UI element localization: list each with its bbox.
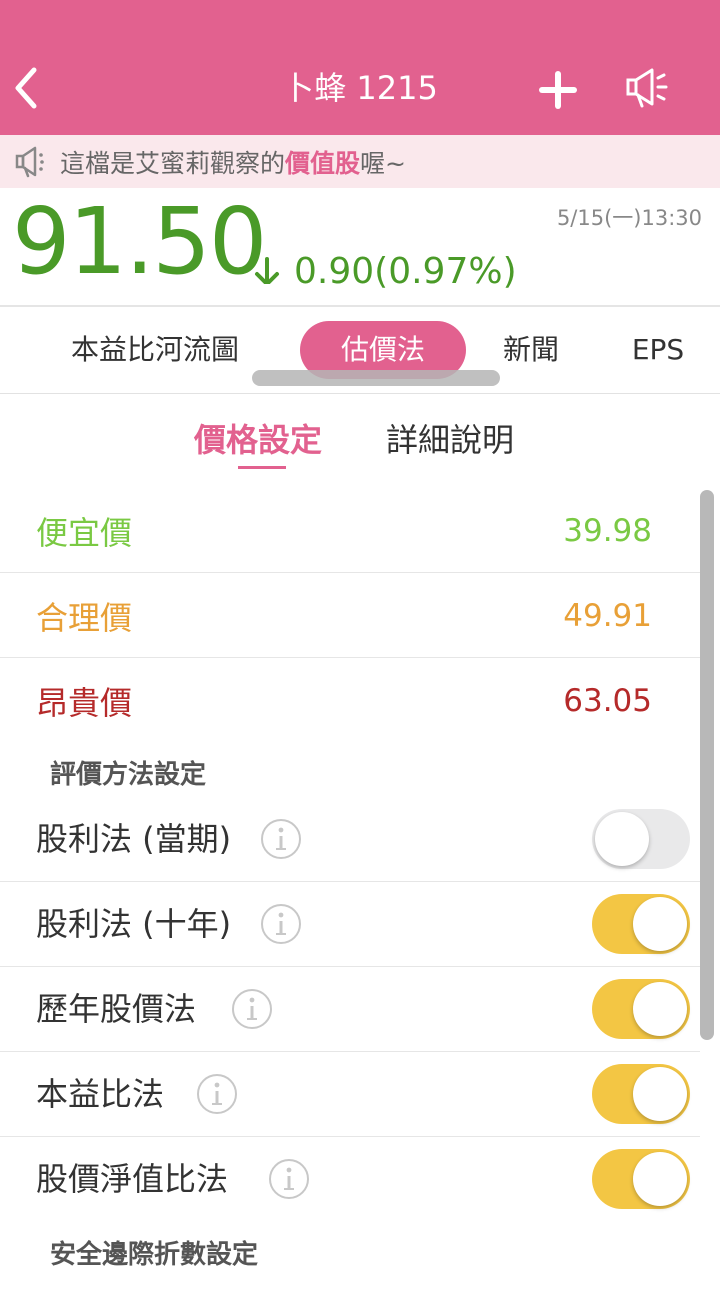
tab-eps[interactable]: EPS: [610, 321, 706, 379]
fair-price-label: 合理價: [36, 598, 133, 637]
method-label: 本益比法: [36, 1075, 165, 1113]
quote-panel: 91.50 0.90(0.97%) 5/15(一)13:30: [0, 188, 720, 306]
cheap-price-value: 39.98: [563, 512, 652, 549]
active-tab-indicator: [238, 466, 286, 469]
toggle-knob: [633, 982, 687, 1036]
info-icon[interactable]: [268, 1158, 310, 1200]
method-label: 股利法 (十年): [36, 905, 232, 943]
add-button[interactable]: [536, 68, 580, 112]
current-price: 91.50: [12, 188, 267, 295]
price-row-cheap: 便宜價 39.98: [0, 488, 700, 573]
subtab-details[interactable]: 詳細說明: [386, 410, 514, 470]
info-icon[interactable]: [231, 988, 273, 1030]
toggle-knob: [633, 1067, 687, 1121]
vertical-scrollbar[interactable]: [700, 490, 714, 1040]
change-value: 0.90: [294, 251, 375, 292]
expensive-price-label: 昂貴價: [36, 683, 133, 722]
divider: [0, 393, 720, 394]
app-header: 卜蜂 1215: [0, 0, 720, 135]
change-percent: (0.97%): [374, 251, 517, 292]
notice-suffix: 喔~: [360, 148, 406, 178]
arrow-down-icon: [255, 257, 279, 284]
price-row-expensive: 昂貴價 63.05: [0, 658, 700, 743]
tab-scrollbar[interactable]: [252, 370, 500, 386]
cheap-price-label: 便宜價: [36, 513, 133, 552]
notice-highlight: 價值股: [285, 148, 361, 178]
method-row-pb: 股價淨值比法: [0, 1137, 700, 1222]
method-toggle[interactable]: [592, 894, 690, 954]
megaphone-icon: [15, 146, 44, 177]
quote-time: 5/15(一)13:30: [556, 206, 702, 230]
notice-bar: 這檔是艾蜜莉觀察的價值股喔~: [0, 135, 720, 188]
tab-news[interactable]: 新聞: [494, 321, 568, 379]
method-row-pe: 本益比法: [0, 1052, 700, 1137]
method-toggle[interactable]: [592, 979, 690, 1039]
info-icon[interactable]: [196, 1073, 238, 1115]
method-toggle[interactable]: [592, 809, 690, 869]
megaphone-icon: [626, 68, 668, 108]
expensive-price-value: 63.05: [563, 682, 652, 719]
method-toggle[interactable]: [592, 1149, 690, 1209]
method-label: 歷年股價法: [36, 990, 197, 1028]
subtab-price-settings[interactable]: 價格設定: [194, 410, 322, 470]
method-row-historical-price: 歷年股價法: [0, 967, 700, 1052]
method-row-dividend-10yr: 股利法 (十年): [0, 882, 700, 967]
plus-icon: [539, 71, 577, 109]
page-title: 卜蜂 1215: [282, 69, 438, 107]
chevron-left-icon: [15, 67, 37, 109]
toggle-knob: [633, 1152, 687, 1206]
info-icon[interactable]: [260, 818, 302, 860]
safety-margin-title: 安全邊際折數設定: [50, 1240, 259, 1270]
tab-pe-river-chart[interactable]: 本益比河流圖: [40, 321, 270, 379]
price-row-fair: 合理價 49.91: [0, 573, 700, 658]
toggle-knob: [633, 897, 687, 951]
method-toggle[interactable]: [592, 1064, 690, 1124]
method-label: 股價淨值比法: [36, 1160, 229, 1198]
method-row-dividend-current: 股利法 (當期): [0, 797, 700, 882]
info-icon[interactable]: [260, 903, 302, 945]
valuation-methods-title: 評價方法設定: [50, 760, 207, 790]
notice-prefix: 這檔是艾蜜莉觀察的: [60, 148, 286, 178]
back-button[interactable]: [8, 62, 52, 114]
method-label: 股利法 (當期): [36, 820, 232, 858]
fair-price-value: 49.91: [563, 597, 652, 634]
sub-tab-bar: 價格設定 詳細說明: [0, 410, 720, 476]
announcement-button[interactable]: [624, 64, 676, 112]
tab-bar: 本益比河流圖 估價法 新聞 EPS: [0, 307, 720, 393]
toggle-knob: [595, 812, 649, 866]
price-change: 0.90(0.97%): [294, 248, 517, 296]
notice-text: 這檔是艾蜜莉觀察的價值股喔~: [60, 144, 406, 180]
